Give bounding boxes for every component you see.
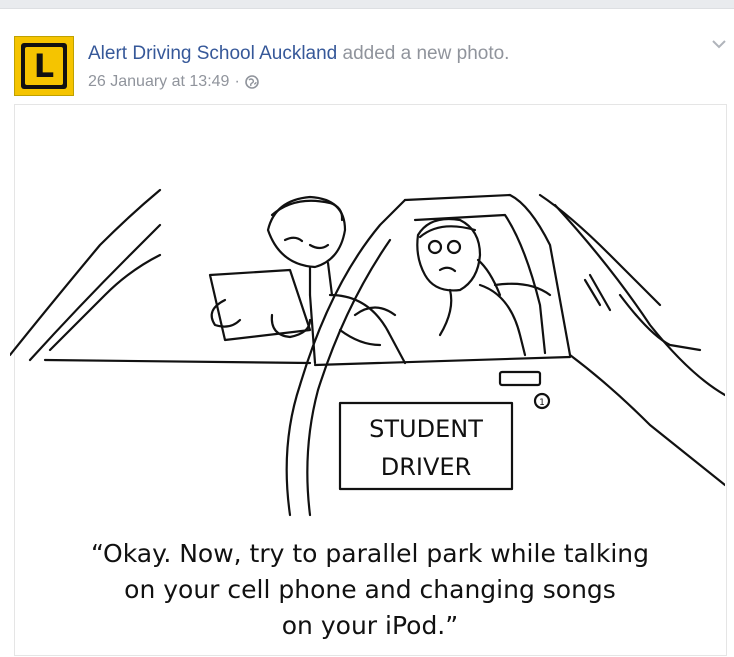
sign-circle-number: 1 [539, 398, 545, 408]
post-header: Alert Driving School Auckland added a ne… [88, 43, 509, 65]
timestamp-link[interactable]: 26 January at 13:49 [88, 73, 229, 91]
sign-line-student: STUDENT [369, 415, 483, 443]
learner-plate-logo: L [21, 43, 67, 89]
globe-icon[interactable] [244, 75, 259, 89]
caption-line: “Okay. Now, try to parallel park while t… [91, 539, 649, 568]
sign-line-driver: DRIVER [381, 453, 472, 481]
cartoon-caption: “Okay. Now, try to parallel park while t… [20, 536, 720, 644]
caption-line: on your iPod.” [281, 611, 459, 640]
page-name-link[interactable]: Alert Driving School Auckland [88, 43, 337, 64]
caption-line: on your cell phone and changing songs [124, 575, 616, 604]
post-meta: 26 January at 13:49 · [88, 73, 259, 91]
meta-separator: · [234, 73, 240, 90]
avatar[interactable]: L [14, 36, 74, 96]
avatar-letter: L [25, 47, 63, 85]
cartoon-illustration: STUDENT DRIVER 1 [10, 188, 725, 517]
chevron-down-icon[interactable] [712, 39, 726, 49]
post-action-text: added a new photo. [342, 43, 510, 64]
